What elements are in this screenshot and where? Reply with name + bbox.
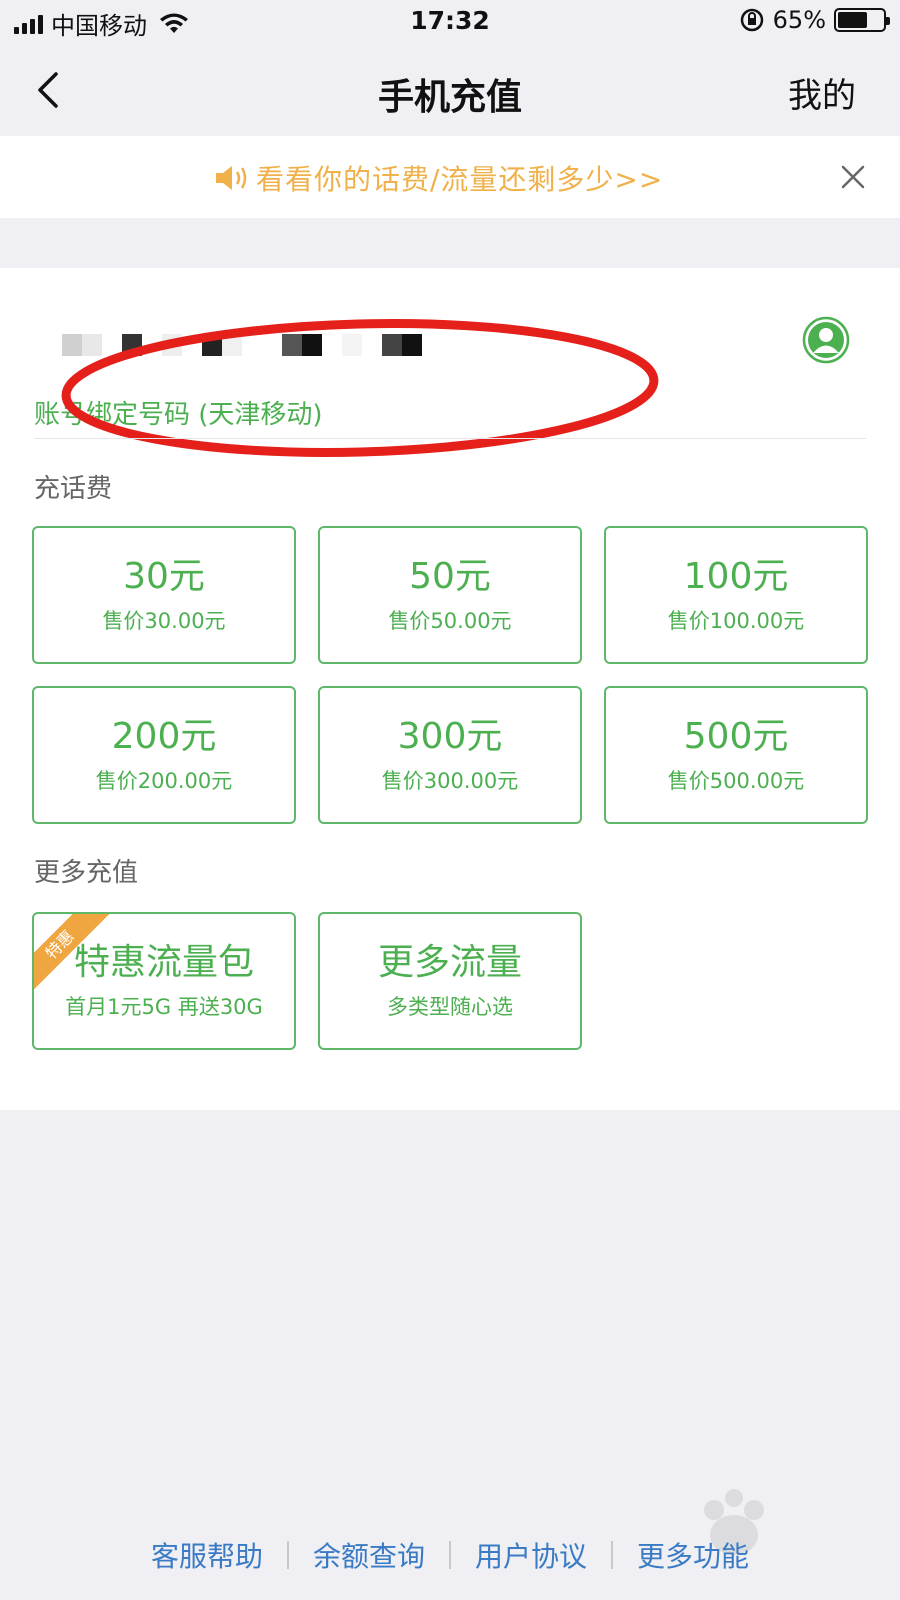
more-data-option[interactable]: 更多流量 多类型随心选	[318, 912, 582, 1050]
more-option-title: 特惠流量包	[73, 942, 254, 983]
recharge-option-100[interactable]: 100元 售价100.00元	[604, 526, 868, 664]
recharge-amount: 100元	[683, 556, 789, 597]
battery-icon	[834, 8, 890, 32]
notice-text[interactable]: 看看你的话费/流量还剩多少>>	[256, 158, 663, 198]
recharge-amount: 50元	[409, 556, 491, 597]
battery-percent: 65%	[772, 6, 826, 34]
speaker-icon	[216, 166, 247, 190]
footer-link-balance[interactable]: 余额查询	[289, 1535, 449, 1575]
divider	[34, 438, 866, 439]
more-option-subtitle: 多类型随心选	[387, 995, 513, 1019]
discount-data-pack-option[interactable]: 特惠 特惠流量包 首月1元5G 再送30G	[32, 912, 296, 1050]
notice-content[interactable]: 看看你的话费/流量还剩多少>>	[214, 158, 663, 198]
footer-links: 客服帮助 余额查询 用户协议 更多功能	[0, 1530, 900, 1580]
more-grid: 特惠 特惠流量包 首月1元5G 再送30G 更多流量 多类型随心选	[32, 912, 868, 1050]
recharge-price: 售价300.00元	[381, 769, 519, 793]
footer-link-help[interactable]: 客服帮助	[127, 1535, 287, 1575]
close-icon[interactable]	[836, 160, 870, 194]
recharge-section-title: 充话费	[34, 474, 113, 504]
recharge-price: 售价50.00元	[388, 609, 512, 633]
footer-link-more[interactable]: 更多功能	[613, 1535, 773, 1575]
recharge-price: 售价500.00元	[667, 769, 805, 793]
recharge-amount: 200元	[111, 716, 217, 757]
recharge-amount: 500元	[683, 716, 789, 757]
recharge-grid: 30元 售价30.00元 50元 售价50.00元 100元 售价100.00元…	[32, 526, 868, 824]
recharge-amount: 300元	[397, 716, 503, 757]
more-option-subtitle: 首月1元5G 再送30G	[65, 995, 263, 1019]
bound-number-row[interactable]: 账号绑定号码 (天津移动)	[34, 294, 866, 457]
recharge-card: 账号绑定号码 (天津移动) 充话费 30元 售价30.00元 50元 售价50.…	[0, 268, 900, 1110]
recharge-amount: 30元	[123, 556, 205, 597]
nav-bar: 手机充值 我的	[0, 44, 900, 136]
status-bar: 中国移动 17:32 65%	[0, 0, 900, 44]
footer-link-agreement[interactable]: 用户协议	[451, 1535, 611, 1575]
battery-fill	[838, 12, 867, 28]
status-right: 65%	[739, 6, 890, 34]
recharge-price: 售价100.00元	[667, 609, 805, 633]
recharge-option-200[interactable]: 200元 售价200.00元	[32, 686, 296, 824]
recharge-price: 售价30.00元	[102, 609, 226, 633]
recharge-option-50[interactable]: 50元 售价50.00元	[318, 526, 582, 664]
rotation-lock-icon	[740, 8, 763, 32]
highlight-ellipse	[61, 319, 659, 457]
more-option-title: 更多流量	[377, 942, 522, 983]
recharge-price: 售价200.00元	[95, 769, 233, 793]
page-title: 手机充值	[377, 77, 522, 118]
notice-banner[interactable]: 看看你的话费/流量还剩多少>>	[0, 136, 900, 218]
recharge-option-30[interactable]: 30元 售价30.00元	[32, 526, 296, 664]
more-section-title: 更多充值	[34, 858, 139, 888]
my-account-button[interactable]: 我的	[788, 68, 856, 117]
user-avatar-icon[interactable]	[802, 316, 850, 364]
recharge-option-300[interactable]: 300元 售价300.00元	[318, 686, 582, 824]
recharge-option-500[interactable]: 500元 售价500.00元	[604, 686, 868, 824]
